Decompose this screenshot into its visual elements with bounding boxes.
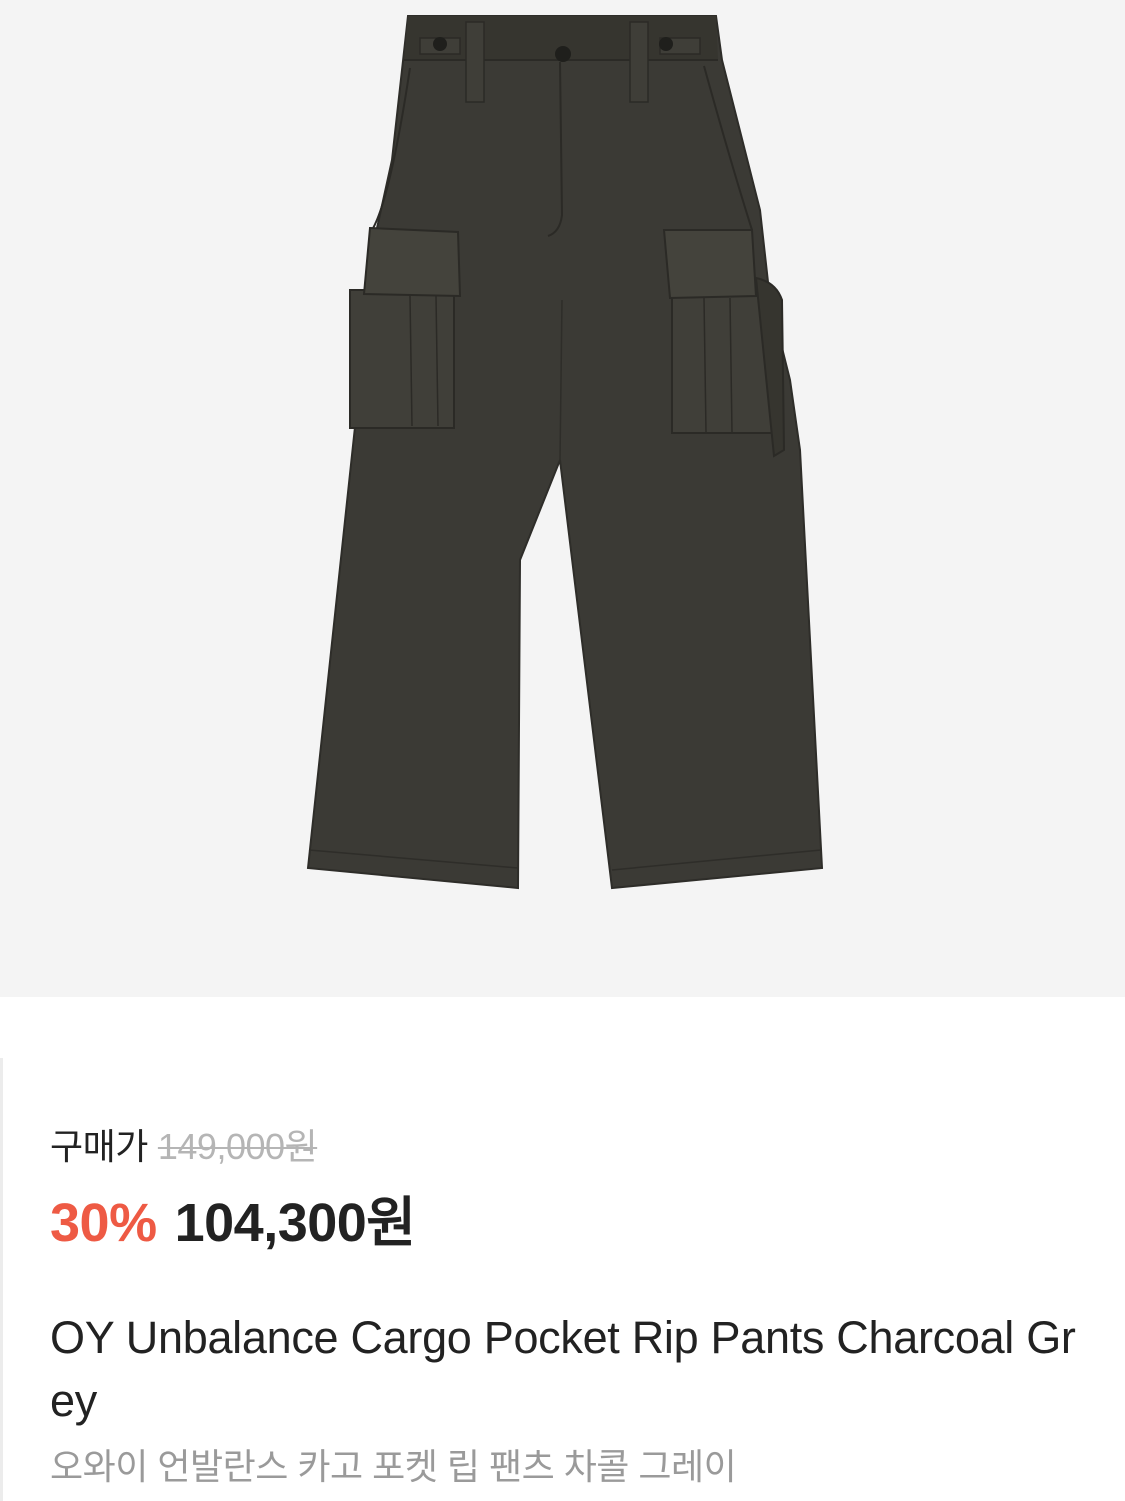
sale-price-row: 30% 104,300원 [50,1178,1090,1253]
purchase-label: 구매가 [50,1126,148,1167]
divider [0,1058,3,1501]
discount-rate: 30% [50,1193,157,1253]
product-title: OY Unbalance Cargo Pocket Rip Pants Char… [50,1312,1076,1426]
sale-price: 104,300원 [174,1193,416,1253]
price-summary: 구매가 149,000원 [50,1118,1090,1168]
product-subtitle: 오와이 언발란스 카고 포켓 립 팬츠 차콜 그레이 [50,1446,737,1487]
product-image[interactable] [0,0,1125,997]
product-detail-page: 구매가 149,000원 30% 104,300원 OY Unbalance C… [0,0,1125,1501]
original-price: 149,000원 [157,1126,318,1167]
product-info: 구매가 149,000원 30% 104,300원 OY Unbalance C… [50,1118,1090,1490]
cargo-pants-image [306,15,824,890]
